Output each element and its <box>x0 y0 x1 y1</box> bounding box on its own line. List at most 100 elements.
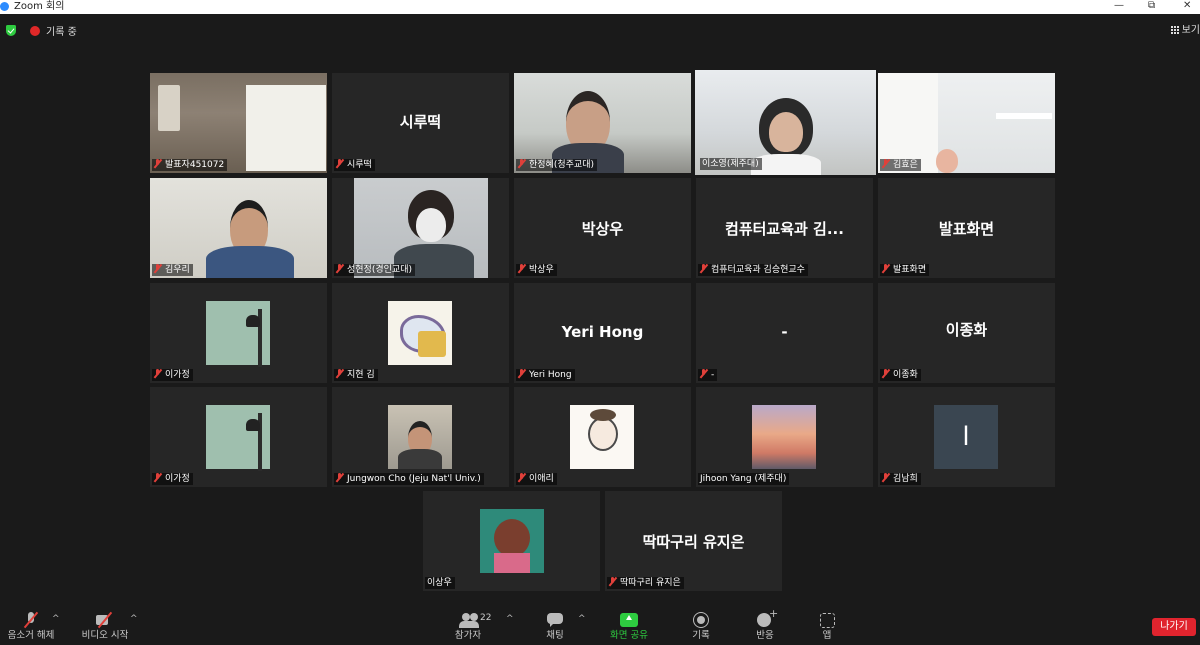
mic-muted-icon <box>700 369 708 378</box>
mic-muted-icon <box>336 159 344 168</box>
mic-muted-icon <box>882 159 890 168</box>
participant-tile[interactable]: 컴퓨터교육과 김... 컴퓨터교육과 김승현교수 <box>696 178 873 278</box>
participant-tile[interactable]: 지현 김 <box>332 283 509 383</box>
participant-video <box>150 178 327 278</box>
recording-label: 기록 중 <box>46 27 77 38</box>
close-button[interactable]: ✕ <box>1183 0 1191 12</box>
participant-tile[interactable]: 박상우 박상우 <box>514 178 691 278</box>
reaction-smiley-icon <box>756 607 778 628</box>
participant-tile[interactable]: - - <box>696 283 873 383</box>
participant-display-name: - <box>781 323 788 341</box>
participant-name: 김우리 <box>152 264 193 276</box>
participant-name: 이애리 <box>516 473 557 485</box>
video-off-icon <box>96 612 114 628</box>
participant-tile[interactable]: Jungwon Cho (Jeju Nat'l Univ.) <box>332 387 509 487</box>
participant-tile[interactable]: 발표화면 발표화면 <box>878 178 1055 278</box>
participants-count: 22 <box>480 613 492 623</box>
mic-muted-icon <box>882 369 890 378</box>
start-video-button[interactable]: 비디오 시작 <box>76 608 134 645</box>
leave-meeting-button[interactable]: 나가기 <box>1152 618 1196 636</box>
participant-video <box>514 73 691 173</box>
participants-icon <box>459 612 479 628</box>
participant-name: 김남희 <box>880 473 921 485</box>
participant-tile[interactable]: 딱따구리 유지은 딱따구리 유지은 <box>605 491 782 591</box>
profile-picture <box>570 405 634 469</box>
mic-muted-icon <box>882 264 890 273</box>
apps-icon <box>818 612 836 628</box>
profile-picture <box>752 405 816 469</box>
participant-tile[interactable]: 발표자451072 <box>150 73 327 173</box>
participant-name: 발표자451072 <box>152 159 228 171</box>
security-shield-icon[interactable] <box>6 25 16 36</box>
participant-display-name: 딱따구리 유지은 <box>642 533 745 551</box>
participant-tile[interactable]: 이애리 <box>514 387 691 487</box>
mic-muted-icon <box>882 473 890 482</box>
window-title: Zoom 회의 <box>14 1 65 12</box>
window-titlebar: Zoom 회의 — ⧉ ✕ <box>0 0 1200 14</box>
profile-letter-avatar: l <box>934 405 998 469</box>
mic-muted-icon <box>336 264 344 273</box>
chat-button[interactable]: 채팅 <box>538 608 572 645</box>
grid-view-icon <box>1170 26 1179 34</box>
participant-tile[interactable]: 이상우 <box>423 491 600 591</box>
view-label: 보기 <box>1181 25 1200 36</box>
participants-options-chevron-icon[interactable]: ^ <box>506 614 514 624</box>
participant-display-name: 발표화면 <box>938 220 995 238</box>
recording-icon <box>30 26 40 36</box>
meeting-topbar: 기록 중 보기 <box>0 18 1200 42</box>
participant-name: 이가정 <box>152 369 193 381</box>
view-button[interactable]: 보기 <box>1170 21 1200 36</box>
apps-button[interactable]: 앱 <box>810 608 844 645</box>
share-screen-button[interactable]: 화면 공유 <box>604 608 654 645</box>
meeting-toolbar: 음소거 해제 ^ 비디오 시작 ^ 참가자 22 ^ 채팅 ^ 화면 공유 기록… <box>0 607 1200 645</box>
profile-picture <box>206 301 270 367</box>
record-icon <box>692 612 710 628</box>
participant-tile-active-speaker[interactable]: 이소영(제주대) <box>695 70 876 175</box>
participant-display-name: 컴퓨터교육과 김... <box>725 220 844 238</box>
profile-picture <box>206 405 270 471</box>
participant-name: 시루떡 <box>334 159 375 171</box>
participant-name: 이가정 <box>152 473 193 485</box>
participant-tile[interactable]: 김효은 <box>878 73 1055 173</box>
profile-picture <box>480 509 544 573</box>
zoom-logo-icon <box>0 2 9 11</box>
restore-button[interactable]: ⧉ <box>1148 0 1155 12</box>
microphone-muted-icon <box>22 612 40 628</box>
mic-muted-icon <box>518 264 526 273</box>
participant-tile[interactable]: Jihoon Yang (제주대) <box>696 387 873 487</box>
chat-icon <box>546 612 564 628</box>
audio-options-chevron-icon[interactable]: ^ <box>52 614 60 624</box>
participant-video <box>150 73 327 173</box>
mic-muted-icon <box>518 159 526 168</box>
mic-muted-icon <box>154 473 162 482</box>
mic-muted-icon <box>154 159 162 168</box>
participant-tile[interactable]: 이종화 이종화 <box>878 283 1055 383</box>
share-screen-icon <box>620 612 638 628</box>
participant-video <box>354 178 488 278</box>
record-button[interactable]: 기록 <box>684 608 718 645</box>
participant-display-name: Yeri Hong <box>561 323 644 341</box>
participant-tile[interactable]: Yeri Hong Yeri Hong <box>514 283 691 383</box>
mic-muted-icon <box>336 369 344 378</box>
participant-video <box>878 73 1055 173</box>
video-options-chevron-icon[interactable]: ^ <box>130 614 138 624</box>
participant-tile[interactable]: 이가정 <box>150 283 327 383</box>
chat-options-chevron-icon[interactable]: ^ <box>578 614 586 624</box>
mic-muted-icon <box>518 473 526 482</box>
mic-muted-icon <box>336 473 344 482</box>
participant-tile[interactable]: 김우리 <box>150 178 327 278</box>
reactions-button[interactable]: 반응 <box>748 607 782 645</box>
participant-tile[interactable]: 이가정 <box>150 387 327 487</box>
participant-tile[interactable]: 시루떡 시루떡 <box>332 73 509 173</box>
participant-tile[interactable]: 한정혜(청주교대) <box>514 73 691 173</box>
participant-name: - <box>698 369 718 381</box>
participant-name: 이소영(제주대) <box>700 158 762 170</box>
mic-muted-icon <box>518 369 526 378</box>
participant-tile[interactable]: 성현정(경인교대) <box>332 178 509 278</box>
mic-muted-icon <box>154 264 162 273</box>
minimize-button[interactable]: — <box>1114 0 1124 12</box>
participant-name: 컴퓨터교육과 김승현교수 <box>698 264 808 276</box>
participant-name: 발표화면 <box>880 264 930 276</box>
mic-muted-icon <box>609 577 617 586</box>
participant-tile[interactable]: l 김남희 <box>878 387 1055 487</box>
